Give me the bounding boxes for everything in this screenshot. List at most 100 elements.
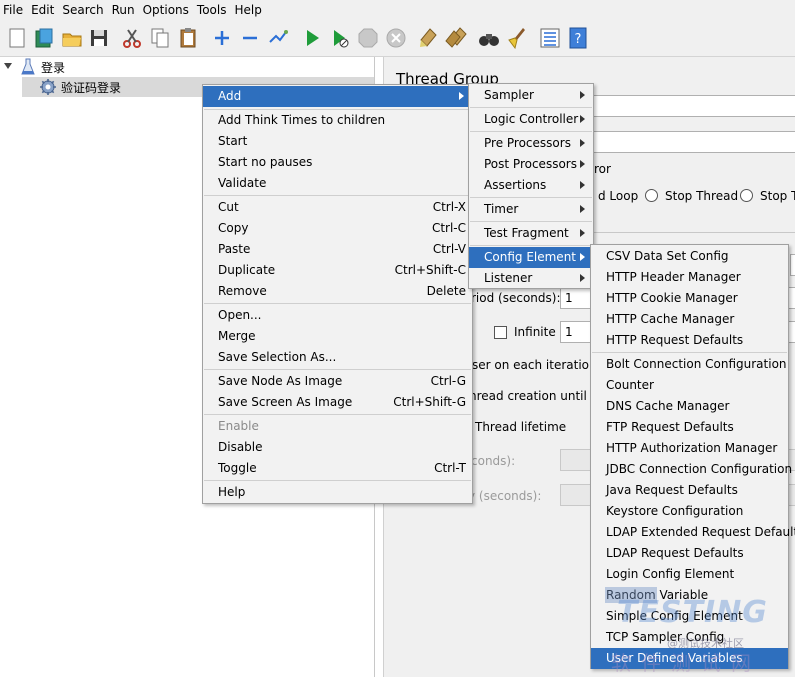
- new-icon[interactable]: [5, 26, 29, 50]
- submenu-arrow-icon: [580, 229, 585, 237]
- start-icon[interactable]: [300, 26, 324, 50]
- menu-help[interactable]: Help: [230, 0, 265, 20]
- context-menu-start-no-pauses[interactable]: Start no pauses: [203, 152, 472, 173]
- menu-file[interactable]: File: [0, 0, 27, 20]
- add-pre-processors[interactable]: Pre Processors: [469, 133, 593, 154]
- number-of-threads-field[interactable]: [790, 254, 795, 276]
- context-menu-add-think-times[interactable]: Add Think Times to children: [203, 110, 472, 131]
- context-menu-start[interactable]: Start: [203, 131, 472, 152]
- context-menu-open[interactable]: Open...: [203, 305, 472, 326]
- menu-separator: [592, 352, 787, 353]
- menu-options[interactable]: Options: [139, 0, 193, 20]
- context-menu-copy[interactable]: Copy Ctrl-C: [203, 218, 472, 239]
- add-post-processors[interactable]: Post Processors: [469, 154, 593, 175]
- comments-field[interactable]: [592, 131, 795, 153]
- menu-separator: [204, 414, 471, 415]
- open-icon[interactable]: [60, 26, 84, 50]
- infinite-checkbox[interactable]: [494, 326, 507, 339]
- context-menu-merge[interactable]: Merge: [203, 326, 472, 347]
- menu-edit[interactable]: Edit: [27, 0, 58, 20]
- reset-search-icon[interactable]: [505, 26, 529, 50]
- menu-tools[interactable]: Tools: [193, 0, 231, 20]
- menu-run[interactable]: Run: [108, 0, 139, 20]
- context-menu-validate[interactable]: Validate: [203, 173, 472, 194]
- paste-icon[interactable]: [176, 26, 200, 50]
- function-helper-icon[interactable]: [538, 26, 562, 50]
- config-http-cookie-manager[interactable]: HTTP Cookie Manager: [591, 288, 788, 309]
- stop-thread-radio[interactable]: [645, 189, 658, 202]
- config-jdbc-connection[interactable]: JDBC Connection Configuration: [591, 459, 792, 480]
- help-icon[interactable]: ?: [566, 26, 590, 50]
- config-ftp-request-defaults[interactable]: FTP Request Defaults: [591, 417, 788, 438]
- config-ldap-request-defaults[interactable]: LDAP Request Defaults: [591, 543, 788, 564]
- config-keystore[interactable]: Keystore Configuration: [591, 501, 788, 522]
- add-assertions[interactable]: Assertions: [469, 175, 593, 196]
- submenu-arrow-icon: [580, 205, 585, 213]
- config-http-cache-manager[interactable]: HTTP Cache Manager: [591, 309, 788, 330]
- toggle-icon[interactable]: [266, 26, 290, 50]
- menu-separator: [470, 221, 592, 222]
- add-logic-controller[interactable]: Logic Controller: [469, 109, 593, 130]
- add-sampler[interactable]: Sampler: [469, 85, 593, 106]
- expand-icon[interactable]: [210, 26, 234, 50]
- context-menu-save-node-as-image[interactable]: Save Node As Image Ctrl-G: [203, 371, 472, 392]
- context-menu-add[interactable]: Add: [203, 86, 472, 107]
- context-menu-enable: Enable: [218, 419, 259, 433]
- submenu-arrow-icon: [580, 181, 585, 189]
- menu-separator: [204, 303, 471, 304]
- menu-separator: [470, 245, 592, 246]
- context-menu-help[interactable]: Help: [203, 482, 472, 503]
- context-menu-duplicate[interactable]: Duplicate Ctrl+Shift-C: [203, 260, 472, 281]
- context-menu-paste[interactable]: Paste Ctrl-V: [203, 239, 472, 260]
- add-listener[interactable]: Listener: [469, 268, 593, 289]
- templates-icon[interactable]: [32, 26, 56, 50]
- cut-icon[interactable]: [120, 26, 144, 50]
- shutdown-icon[interactable]: [384, 26, 408, 50]
- thread-group-gear-icon: [40, 79, 56, 95]
- submenu-arrow-icon: [580, 253, 585, 261]
- context-menu-remove[interactable]: Remove Delete: [203, 281, 472, 302]
- clear-all-icon[interactable]: [444, 26, 468, 50]
- config-login-config-element[interactable]: Login Config Element: [591, 564, 788, 585]
- submenu-arrow-icon: [580, 91, 585, 99]
- tree-toggle-icon[interactable]: [4, 63, 12, 69]
- config-http-authorization-manager[interactable]: HTTP Authorization Manager: [591, 438, 788, 459]
- context-menu-save-selection-as[interactable]: Save Selection As...: [203, 347, 472, 368]
- context-menu-save-screen-as-image[interactable]: Save Screen As Image Ctrl+Shift-G: [203, 392, 472, 413]
- config-counter[interactable]: Counter: [591, 375, 788, 396]
- ramp-up-label-fragment: riod (seconds):: [471, 291, 561, 305]
- clear-icon[interactable]: [416, 26, 440, 50]
- config-http-request-defaults[interactable]: HTTP Request Defaults: [591, 330, 788, 351]
- name-field[interactable]: [592, 95, 795, 117]
- search-icon[interactable]: [477, 26, 501, 50]
- config-random-variable[interactable]: Random Variable: [591, 585, 788, 606]
- tree-node-root[interactable]: 登录: [0, 57, 374, 77]
- config-ldap-extended-request-defaults[interactable]: LDAP Extended Request Defaults: [591, 522, 795, 543]
- submenu-arrow-icon: [580, 115, 585, 123]
- add-test-fragment[interactable]: Test Fragment: [469, 223, 593, 244]
- config-java-request-defaults[interactable]: Java Request Defaults: [591, 480, 788, 501]
- menubar: File Edit Search Run Options Tools Help: [0, 0, 795, 20]
- stop-icon[interactable]: [356, 26, 380, 50]
- menu-search[interactable]: Search: [58, 0, 107, 20]
- context-menu-cut[interactable]: Cut Ctrl-X: [203, 197, 472, 218]
- add-config-element[interactable]: Config Element: [469, 247, 593, 268]
- submenu-arrow-icon: [580, 160, 585, 168]
- stop-test-radio[interactable]: [740, 189, 753, 202]
- context-menu-disable[interactable]: Disable: [203, 437, 472, 458]
- infinite-label: Infinite: [514, 325, 556, 339]
- config-user-defined-variables[interactable]: User Defined Variables: [591, 648, 788, 669]
- add-timer[interactable]: Timer: [469, 199, 593, 220]
- config-csv-data-set[interactable]: CSV Data Set Config: [591, 246, 788, 267]
- collapse-icon[interactable]: [238, 26, 262, 50]
- config-tcp-sampler-config[interactable]: TCP Sampler Config: [591, 627, 788, 648]
- copy-icon[interactable]: [148, 26, 172, 50]
- config-http-header-manager[interactable]: HTTP Header Manager: [591, 267, 788, 288]
- config-simple-config-element[interactable]: Simple Config Element: [591, 606, 788, 627]
- start-no-pauses-icon[interactable]: [328, 26, 352, 50]
- config-dns-cache-manager[interactable]: DNS Cache Manager: [591, 396, 788, 417]
- context-menu: Add Add Think Times to children Start St…: [202, 84, 473, 504]
- context-menu-toggle[interactable]: Toggle Ctrl-T: [203, 458, 472, 479]
- save-icon[interactable]: [87, 26, 111, 50]
- config-bolt-connection[interactable]: Bolt Connection Configuration: [591, 354, 788, 375]
